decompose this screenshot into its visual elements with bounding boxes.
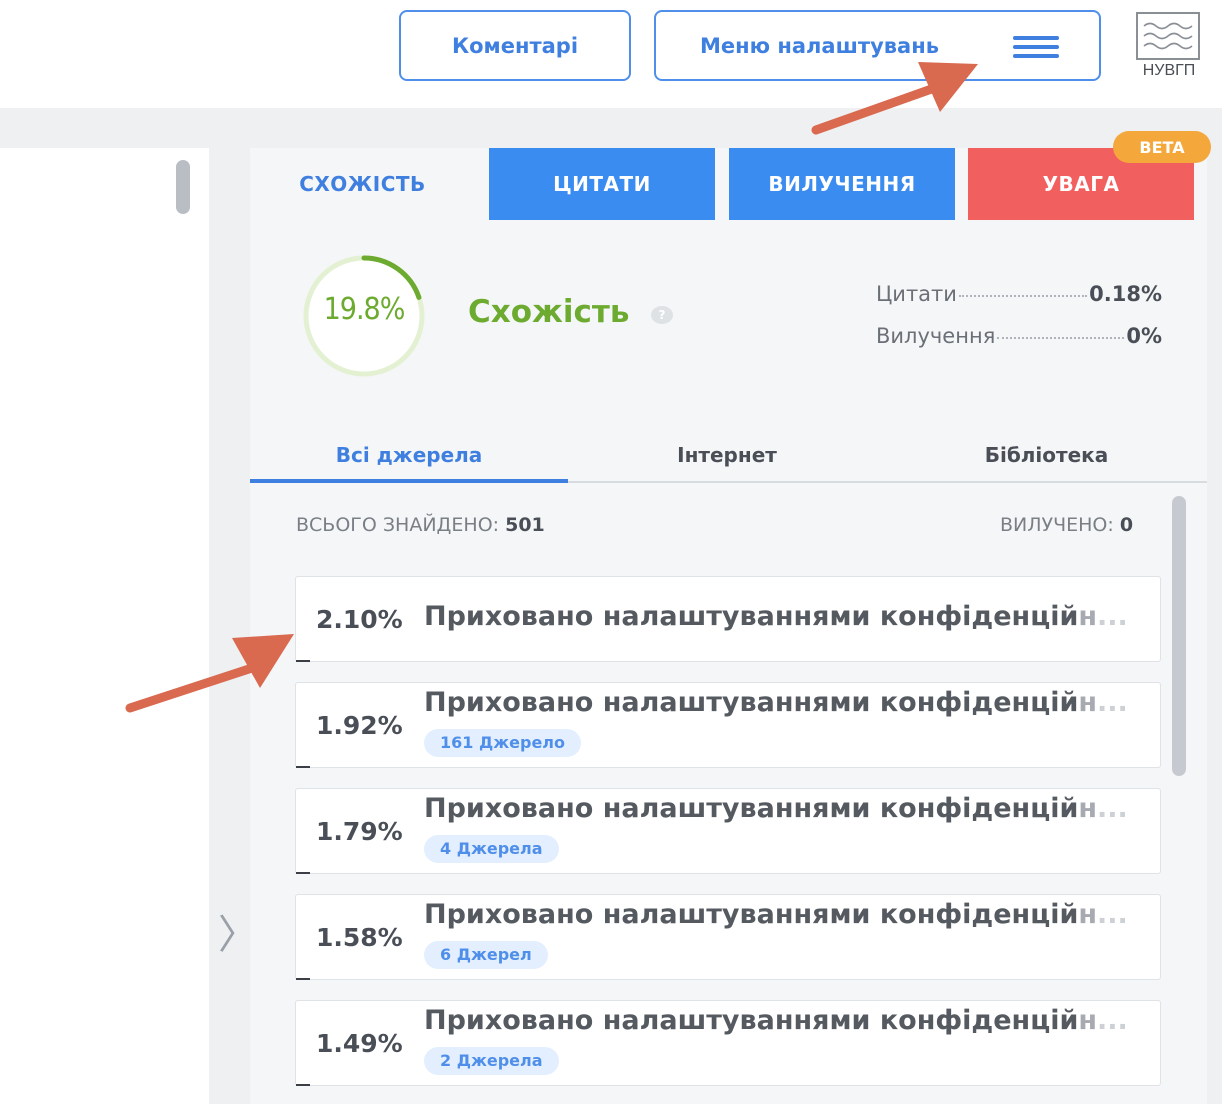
document-scrollbar[interactable] [176,160,190,214]
source-title-ellipsis: ... [1097,687,1128,718]
source-tab-internet[interactable]: Інтернет [568,430,886,480]
source-percent: 2.10% [316,605,403,634]
source-title-main: Приховано налаштуваннями конфіденцій [424,601,1079,632]
similarity-label: Схожість [468,294,630,330]
sources-scrollbar[interactable] [1172,496,1186,776]
university-logo[interactable]: НУВГП [1133,12,1207,82]
source-title-ellipsis: ... [1097,793,1128,824]
source-card[interactable]: 1.49% Приховано налаштуваннями конфіденц… [295,1000,1161,1086]
help-icon[interactable]: ? [651,306,673,324]
card-marker [296,766,310,768]
source-tab-all[interactable]: Всі джерела [250,430,568,480]
source-title: Приховано налаштуваннями конфіденційн... [424,601,1144,632]
total-found-count: 501 [505,514,545,536]
total-found-label: ВСЬОГО ЗНАЙДЕНО: [296,514,500,536]
source-title-ellipsis: ... [1097,1005,1128,1036]
source-title: Приховано налаштуваннями конфіденційн... [424,1005,1144,1036]
source-count-badge[interactable]: 161 Джерело [424,729,582,757]
source-title-fade: н [1078,1005,1098,1036]
source-card[interactable]: 1.92% Приховано налаштуваннями конфіденц… [295,682,1161,768]
source-count-badge[interactable]: 4 Джерела [424,835,559,863]
source-percent: 1.49% [316,1029,403,1058]
source-count-badge[interactable]: 2 Джерела [424,1047,559,1075]
tab-attention-label: УВАГА [1042,172,1120,196]
card-marker [296,872,310,874]
settings-menu-label: Меню налаштувань [700,33,940,58]
logo-text: НУВГП [1142,62,1196,79]
exclusions-stat: Вилучення 0% [876,324,1162,348]
dotted-leader [958,295,1088,297]
source-tab-library[interactable]: Бібліотека [886,430,1207,480]
source-title: Приховано налаштуваннями конфіденційн... [424,793,1144,824]
source-title: Приховано налаштуваннями конфіденційн... [424,687,1144,718]
beta-badge: BETA [1113,131,1211,163]
card-marker [296,1084,310,1086]
source-count-badge[interactable]: 6 Джерел [424,941,548,969]
quotes-stat: Цитати 0.18% [876,282,1162,306]
tab-quotes[interactable]: ЦИТАТИ [489,148,715,220]
annotation-arrow [811,62,978,135]
source-card[interactable]: 1.79% Приховано налаштуваннями конфіденц… [295,788,1161,874]
source-title-main: Приховано налаштуваннями конфіденцій [424,1005,1079,1036]
tab-exclusions-label: ВИЛУЧЕННЯ [768,172,916,196]
source-percent: 1.79% [316,817,403,846]
tab-similarity-label: СХОЖІСТЬ [299,172,426,196]
source-title-main: Приховано налаштуваннями конфіденцій [424,687,1079,718]
source-tab-library-label: Бібліотека [984,443,1109,467]
excluded-label: ВИЛУЧЕНО: [1000,514,1114,536]
source-title-fade: н [1078,899,1098,930]
card-marker [296,978,310,980]
quotes-stat-value: 0.18% [1089,282,1162,306]
source-card[interactable]: 2.10% Приховано налаштуваннями конфіденц… [295,576,1161,662]
excluded-count: ВИЛУЧЕНО: 0 [1000,514,1133,536]
exclusions-stat-label: Вилучення [876,324,996,348]
source-title-ellipsis: ... [1097,601,1128,632]
source-tab-internet-label: Інтернет [677,443,777,467]
similarity-value: 19.8% [323,292,406,327]
source-card[interactable]: 1.58% Приховано налаштуваннями конфіденц… [295,894,1161,980]
source-percent: 1.58% [316,923,403,952]
source-title-fade: н [1078,601,1098,632]
dotted-leader [997,337,1125,339]
annotation-arrow [125,634,294,713]
exclusions-stat-value: 0% [1126,324,1162,348]
source-title-fade: н [1078,793,1098,824]
source-tab-all-label: Всі джерела [335,443,483,467]
menu-icon [1013,36,1059,58]
logo-icon [1136,12,1200,60]
tab-exclusions[interactable]: ВИЛУЧЕННЯ [729,148,955,220]
tab-similarity[interactable]: СХОЖІСТЬ [250,148,475,220]
source-percent: 1.92% [316,711,403,740]
quotes-stat-label: Цитати [876,282,957,306]
total-found: ВСЬОГО ЗНАЙДЕНО: 501 [296,514,545,536]
comments-button-label: Коментарі [451,33,579,58]
source-title: Приховано налаштуваннями конфіденційн... [424,899,1144,930]
source-title-main: Приховано налаштуваннями конфіденцій [424,899,1079,930]
excluded-value: 0 [1119,514,1134,536]
tab-quotes-label: ЦИТАТИ [553,172,651,196]
source-title-main: Приховано налаштуваннями конфіденцій [424,793,1079,824]
source-title-ellipsis: ... [1097,899,1128,930]
source-title-fade: н [1078,687,1098,718]
comments-button[interactable]: Коментарі [399,10,631,81]
